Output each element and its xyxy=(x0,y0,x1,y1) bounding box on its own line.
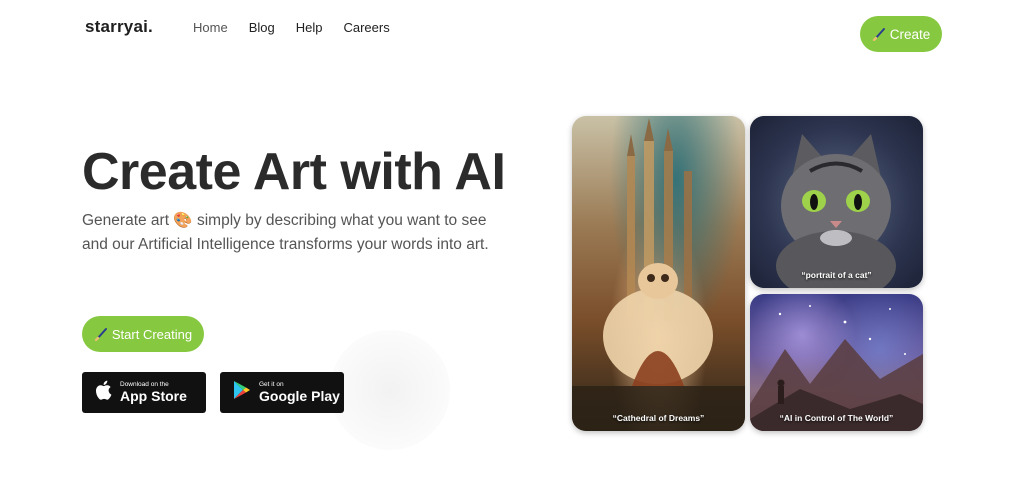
nav-item-home[interactable]: Home xyxy=(193,20,228,35)
app-store-text: Download on the App Store xyxy=(120,381,187,404)
nav-item-help[interactable]: Help xyxy=(296,20,323,35)
apple-icon xyxy=(95,380,112,405)
app-store-button[interactable]: Download on the App Store xyxy=(82,372,206,413)
app-store-big-text: App Store xyxy=(120,388,187,404)
gallery-card-world[interactable]: “AI in Control of The World” xyxy=(750,294,923,431)
paintbrush-icon xyxy=(94,327,108,341)
cathedral-artwork xyxy=(572,118,745,431)
nav-item-blog[interactable]: Blog xyxy=(249,20,275,35)
gallery-card-cathedral[interactable]: “Cathedral of Dreams” xyxy=(572,116,745,431)
start-creating-button[interactable]: Start Creating xyxy=(82,316,204,352)
paintbrush-icon xyxy=(872,27,886,41)
world-artwork xyxy=(750,305,923,431)
logo-text: starryai xyxy=(85,17,149,36)
world-caption: “AI in Control of The World” xyxy=(779,413,894,423)
hero-title: Create Art with AI xyxy=(82,143,506,201)
hero-subtitle-start: Generate art xyxy=(82,212,170,229)
logo-dot: . xyxy=(148,17,153,36)
cathedral-caption: “Cathedral of Dreams” xyxy=(612,413,705,423)
decorative-shadow xyxy=(330,330,450,450)
google-play-big-text: Google Play xyxy=(259,388,340,404)
starryai-logo[interactable]: starryai. xyxy=(85,17,153,37)
google-play-text: Get it on Google Play xyxy=(259,381,340,404)
hero-subtitle: Generate art 🎨 simply by describing what… xyxy=(82,209,512,257)
main-nav: Home Blog Help Careers xyxy=(193,20,390,35)
create-button-label: Create xyxy=(889,26,931,42)
google-play-button[interactable]: Get it on Google Play xyxy=(220,372,344,413)
gallery-card-cat[interactable]: “portrait of a cat” xyxy=(750,116,923,288)
create-button[interactable]: Create xyxy=(860,16,942,52)
nav-item-careers[interactable]: Careers xyxy=(343,20,389,35)
google-play-icon xyxy=(233,380,251,405)
start-creating-label: Start Creating xyxy=(111,326,193,342)
cat-caption: “portrait of a cat” xyxy=(801,270,872,280)
palette-emoji: 🎨 xyxy=(173,212,193,229)
cat-artwork xyxy=(776,134,896,288)
